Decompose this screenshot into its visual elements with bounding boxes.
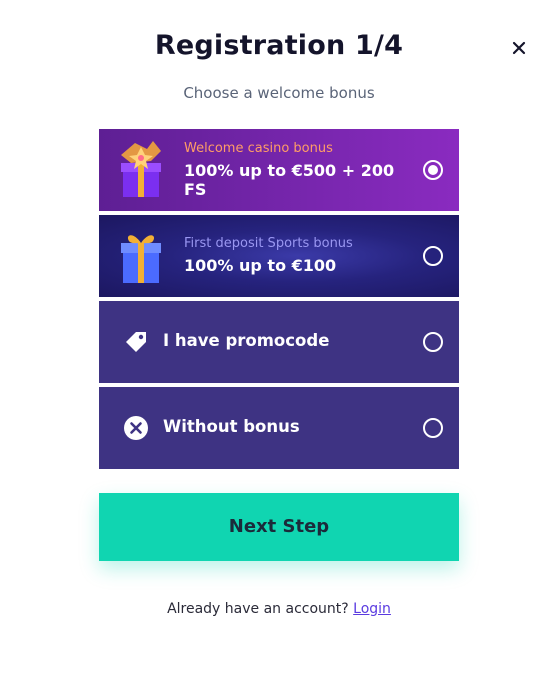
bonus-small-label: Welcome casino bonus [184,141,333,156]
bonus-option-promocode[interactable]: I have promocode [99,301,459,383]
page-subtitle: Choose a welcome bonus [183,84,375,102]
bonus-option-casino[interactable]: Welcome casino bonus 100% up to €500 + 2… [99,129,459,211]
x-circle-icon [124,416,148,440]
radio-unselected[interactable] [423,246,443,266]
bonus-option-sports[interactable]: First deposit Sports bonus 100% up to €1… [99,215,459,297]
option-label: Without bonus [163,417,300,436]
close-icon[interactable] [509,38,529,58]
login-prompt-text: Already have an account? [167,601,349,617]
bonus-option-none[interactable]: Without bonus [99,387,459,469]
bonus-small-label: First deposit Sports bonus [184,236,353,251]
option-label: I have promocode [163,331,330,350]
bonus-big-label: 100% up to €500 + 200 FS [184,161,395,199]
next-step-button[interactable]: Next Step [99,493,459,561]
login-link[interactable]: Login [353,601,391,617]
page-title: Registration 1/4 [154,30,404,61]
radio-selected[interactable] [423,160,443,180]
gift-sparkle-icon [121,141,161,197]
tag-icon [126,332,146,352]
login-prompt: Already have an account? Login [0,601,558,617]
radio-unselected[interactable] [423,332,443,352]
gift-icon [121,235,161,283]
bonus-big-label: 100% up to €100 [184,256,337,275]
radio-unselected[interactable] [423,418,443,438]
